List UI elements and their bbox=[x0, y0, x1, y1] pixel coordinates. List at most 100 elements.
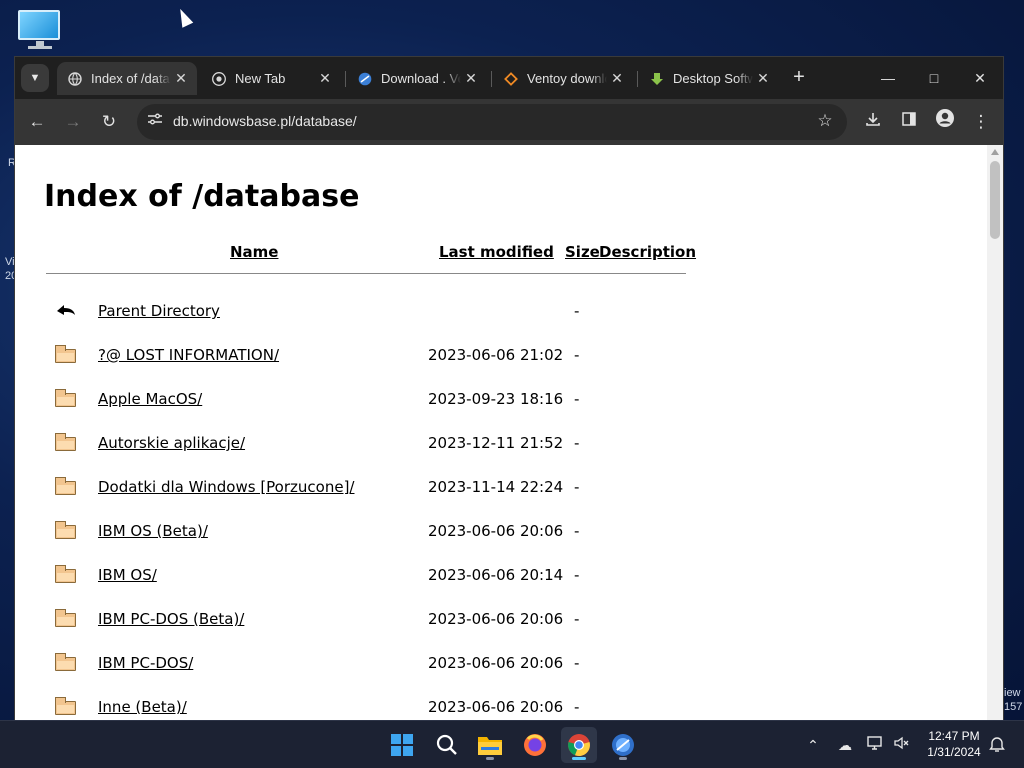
directory-link[interactable]: IBM PC-DOS (Beta)/ bbox=[98, 610, 244, 628]
scroll-up-arrow-icon[interactable] bbox=[991, 149, 999, 155]
directory-link[interactable]: ?@ LOST INFORMATION/ bbox=[98, 346, 279, 364]
show-hidden-icons-chevron-icon[interactable]: ⌃ bbox=[803, 735, 823, 755]
side-panel-icon[interactable] bbox=[895, 108, 923, 136]
start-button[interactable] bbox=[384, 727, 420, 763]
file-size: - bbox=[574, 346, 580, 364]
directory-link[interactable]: IBM OS/ bbox=[98, 566, 157, 584]
directory-link[interactable]: IBM PC-DOS/ bbox=[98, 654, 193, 672]
globe-icon bbox=[67, 71, 83, 87]
downloads-icon[interactable] bbox=[859, 108, 887, 136]
folder-icon bbox=[55, 608, 77, 628]
back-arrow-icon[interactable]: ← bbox=[23, 108, 51, 136]
last-modified: 2023-09-23 18:16 bbox=[428, 390, 564, 408]
folder-icon bbox=[55, 344, 77, 364]
tab-ventoy-download[interactable]: Ventoy download ✕ bbox=[493, 62, 633, 95]
profile-icon[interactable] bbox=[931, 108, 959, 136]
close-tab-icon[interactable]: ✕ bbox=[607, 70, 627, 87]
table-row: IBM PC-DOS (Beta)/ 2023-06-06 20:06 - bbox=[15, 606, 715, 650]
file-size: - bbox=[574, 390, 580, 408]
tab-title: Download . Ventoy bbox=[381, 71, 461, 86]
scrollbar-thumb[interactable] bbox=[990, 161, 1000, 239]
tab-title: Ventoy download bbox=[527, 71, 607, 86]
folder-icon bbox=[55, 564, 77, 584]
notifications-bell-icon[interactable] bbox=[987, 735, 1007, 755]
close-tab-icon[interactable]: ✕ bbox=[315, 70, 335, 87]
directory-link[interactable]: Parent Directory bbox=[98, 302, 220, 320]
firefox-button[interactable] bbox=[517, 727, 553, 763]
table-row: Dodatki dla Windows [Porzucone]/ 2023-11… bbox=[15, 474, 715, 518]
file-explorer-button[interactable] bbox=[472, 727, 508, 763]
forward-arrow-icon[interactable]: → bbox=[59, 108, 87, 136]
close-tab-icon[interactable]: ✕ bbox=[171, 70, 191, 87]
desktop-edge-text: iew bbox=[1004, 687, 1021, 699]
tab-download-ventoy[interactable]: Download . Ventoy ✕ bbox=[347, 62, 487, 95]
tab-title: New Tab bbox=[235, 71, 286, 86]
tab-desktop-software[interactable]: Desktop Software ✕ bbox=[639, 62, 779, 95]
directory-link[interactable]: IBM OS (Beta)/ bbox=[98, 522, 208, 540]
tab-title: Desktop Software bbox=[673, 71, 753, 86]
folder-icon bbox=[55, 652, 77, 672]
table-row: Parent Directory - bbox=[15, 298, 715, 342]
reload-icon[interactable]: ↻ bbox=[95, 108, 123, 136]
last-modified: 2023-06-06 20:14 bbox=[428, 566, 564, 584]
windows-logo-icon bbox=[391, 734, 413, 756]
folder-icon bbox=[478, 737, 502, 755]
table-row: Inne (Beta)/ 2023-06-06 20:06 - bbox=[15, 694, 715, 721]
minimize-icon[interactable]: — bbox=[865, 65, 911, 91]
this-pc-icon[interactable] bbox=[18, 10, 62, 50]
firefox-icon bbox=[524, 734, 546, 756]
file-size: - bbox=[574, 434, 580, 452]
close-window-icon[interactable]: ✕ bbox=[957, 65, 1003, 91]
column-header-size[interactable]: Size bbox=[565, 243, 600, 261]
tab-strip: ▼ Index of /database ✕ New Tab ✕ Downloa… bbox=[15, 57, 1003, 99]
folder-icon bbox=[55, 388, 77, 408]
column-header-last-modified[interactable]: Last modified bbox=[439, 243, 554, 261]
file-size: - bbox=[574, 654, 580, 672]
last-modified: 2023-06-06 20:06 bbox=[428, 610, 564, 628]
tab-separator bbox=[345, 71, 346, 87]
more-menu-icon[interactable]: ⋮ bbox=[967, 108, 995, 136]
close-tab-icon[interactable]: ✕ bbox=[753, 70, 773, 87]
active-indicator bbox=[572, 757, 586, 760]
directory-link[interactable]: Apple MacOS/ bbox=[98, 390, 202, 408]
new-tab-icon[interactable]: + bbox=[787, 66, 811, 90]
chrome-icon bbox=[211, 71, 227, 87]
volume-muted-icon[interactable] bbox=[892, 735, 912, 755]
url-text[interactable]: db.windowsbase.pl/database/ bbox=[173, 113, 357, 129]
table-row: IBM OS (Beta)/ 2023-06-06 20:06 - bbox=[15, 518, 715, 562]
tab-title: Index of /database bbox=[91, 71, 171, 86]
search-button[interactable] bbox=[429, 727, 465, 763]
directory-link[interactable]: Inne (Beta)/ bbox=[98, 698, 187, 716]
cloud-icon[interactable]: ☁ bbox=[835, 735, 855, 755]
desktop-edge-text: 157 bbox=[1004, 701, 1023, 713]
running-indicator bbox=[486, 757, 494, 760]
header-divider bbox=[46, 273, 686, 274]
tab-new-tab[interactable]: New Tab ✕ bbox=[201, 62, 341, 95]
tab-search-dropdown-icon[interactable]: ▼ bbox=[21, 64, 49, 92]
column-header-description[interactable]: Description bbox=[599, 243, 696, 261]
file-size: - bbox=[574, 522, 580, 540]
download-arrow-icon bbox=[649, 71, 665, 87]
file-size: - bbox=[574, 698, 580, 716]
file-size: - bbox=[574, 566, 580, 584]
column-header-name[interactable]: Name bbox=[230, 243, 278, 261]
vertical-scrollbar[interactable] bbox=[987, 145, 1003, 721]
table-row: Autorskie aplikacje/ 2023-12-11 21:52 - bbox=[15, 430, 715, 474]
directory-link[interactable]: Autorskie aplikacje/ bbox=[98, 434, 245, 452]
directory-link[interactable]: Dodatki dla Windows [Porzucone]/ bbox=[98, 478, 354, 496]
bookmark-star-icon[interactable]: ☆ bbox=[813, 110, 837, 134]
system-clock[interactable]: 12:47 PM 1/31/2024 bbox=[920, 728, 988, 760]
site-info-icon[interactable] bbox=[143, 110, 167, 134]
network-icon[interactable] bbox=[866, 735, 886, 755]
chrome-button[interactable] bbox=[561, 727, 597, 763]
address-bar[interactable]: db.windowsbase.pl/database/ ☆ bbox=[137, 104, 847, 140]
maximize-icon[interactable]: □ bbox=[911, 65, 957, 91]
table-row: IBM PC-DOS/ 2023-06-06 20:06 - bbox=[15, 650, 715, 694]
blue-orb-icon bbox=[612, 734, 634, 756]
page-content: Index of /database Name Last modified Si… bbox=[15, 145, 987, 721]
close-tab-icon[interactable]: ✕ bbox=[461, 70, 481, 87]
folder-icon bbox=[55, 696, 77, 716]
tab-index-of-database[interactable]: Index of /database ✕ bbox=[57, 62, 197, 95]
folder-icon bbox=[55, 432, 77, 452]
blue-app-button[interactable] bbox=[605, 727, 641, 763]
